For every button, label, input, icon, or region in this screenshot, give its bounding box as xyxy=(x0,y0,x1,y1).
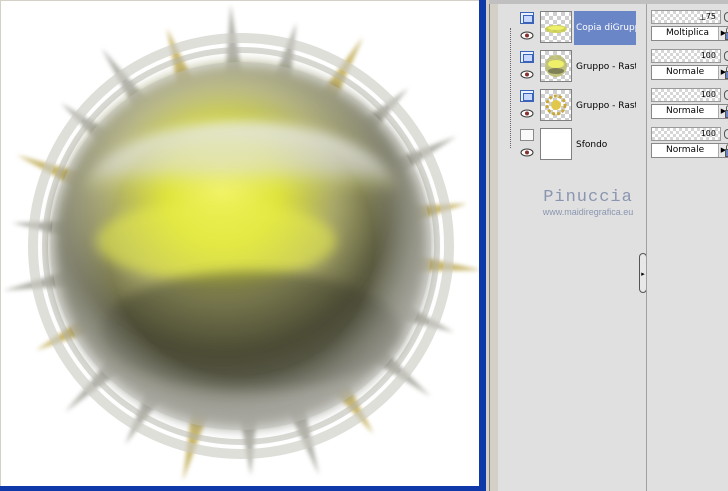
layer-thumbnail xyxy=(540,89,572,121)
opacity-value: 75 xyxy=(705,12,716,21)
layer-raster-icon[interactable] xyxy=(520,129,534,141)
layer-group-icon[interactable] xyxy=(520,12,534,24)
image-canvas-frame xyxy=(0,0,489,491)
watermark: Pinuccia www.maidiregrafica.eu xyxy=(518,188,658,217)
layer-icon-group xyxy=(518,48,538,86)
layer-row-gruppo-raster-2[interactable]: Gruppo - Raster xyxy=(518,87,636,125)
link-icon[interactable] xyxy=(724,12,728,22)
blend-mode-select[interactable]: Normale ▶ xyxy=(651,143,728,158)
layer-row-copia-digruppo[interactable]: Copia diGruppo xyxy=(518,9,636,47)
layer-thumbnail xyxy=(540,128,572,160)
blend-mode-value: Normale xyxy=(666,67,705,77)
opacity-slider[interactable]: 100 xyxy=(651,49,721,63)
layers-list: Copia diGruppo Gruppo - Raster xyxy=(498,0,728,491)
opacity-slider[interactable]: ⊥ 75 xyxy=(651,10,721,24)
layer-group-icon[interactable] xyxy=(520,51,534,63)
canvas-border-right xyxy=(479,0,486,491)
blend-mode-value: Moltiplica xyxy=(666,28,709,38)
layer-group-icon[interactable] xyxy=(520,90,534,102)
layer-thumbnail xyxy=(540,11,572,43)
layer-props-3: 100 Normale ▶ xyxy=(651,87,728,125)
layer-thumbnail xyxy=(540,50,572,82)
blend-mode-select[interactable]: Normale ▶ xyxy=(651,65,728,80)
lock-icon[interactable] xyxy=(724,105,728,118)
link-icon[interactable] xyxy=(724,51,728,61)
eye-icon[interactable] xyxy=(520,109,534,118)
opacity-value: 100 xyxy=(700,90,716,99)
canvas-artwork xyxy=(3,4,479,481)
image-canvas[interactable] xyxy=(1,1,479,486)
blend-mode-select[interactable]: Moltiplica ▶ xyxy=(651,26,728,41)
blend-mode-value: Normale xyxy=(666,106,705,116)
layer-properties-column: ⊥ 75 Moltiplica ▶ 100 Normale ▶ 100 Norm… xyxy=(646,0,728,491)
layer-row-gruppo-raster-1[interactable]: Gruppo - Raster xyxy=(518,48,636,86)
layer-props-2: 100 Normale ▶ xyxy=(651,48,728,86)
layer-name[interactable]: Gruppo - Raster xyxy=(574,50,636,84)
tree-connector xyxy=(510,28,511,148)
blend-mode-value: Normale xyxy=(666,145,705,155)
opacity-value: 100 xyxy=(700,51,716,60)
opacity-value: 100 xyxy=(700,129,716,138)
layer-icon-group xyxy=(518,87,538,125)
layer-props-4: 100 Normale ▶ xyxy=(651,126,728,164)
layer-row-sfondo[interactable]: Sfondo xyxy=(518,126,628,164)
layer-icon-group xyxy=(518,126,538,164)
layer-props-1: ⊥ 75 Moltiplica ▶ xyxy=(651,9,728,47)
opacity-slider[interactable]: 100 xyxy=(651,88,721,102)
layer-name[interactable]: Copia diGruppo xyxy=(574,11,636,45)
lock-icon[interactable] xyxy=(724,27,728,40)
blend-mode-select[interactable]: Normale ▶ xyxy=(651,104,728,119)
link-icon[interactable] xyxy=(724,129,728,139)
lock-icon[interactable] xyxy=(724,66,728,79)
canvas-border-bottom xyxy=(0,486,486,491)
eye-icon[interactable] xyxy=(520,148,534,157)
layer-name[interactable]: Sfondo xyxy=(574,128,636,162)
eye-icon[interactable] xyxy=(520,70,534,79)
layer-icon-group xyxy=(518,9,538,47)
opacity-slider[interactable]: 100 xyxy=(651,127,721,141)
eye-icon[interactable] xyxy=(520,31,534,40)
palette-title-strip xyxy=(489,0,728,4)
watermark-url: www.maidiregrafica.eu xyxy=(542,207,634,217)
watermark-name: Pinuccia xyxy=(543,188,633,207)
layers-palette: Copia diGruppo Gruppo - Raster xyxy=(489,0,728,491)
link-icon[interactable] xyxy=(724,90,728,100)
chevron-right-icon: ▸ xyxy=(641,270,645,278)
app-window: Copia diGruppo Gruppo - Raster xyxy=(0,0,728,491)
lock-icon[interactable] xyxy=(724,144,728,157)
layer-name[interactable]: Gruppo - Raster xyxy=(574,89,636,123)
